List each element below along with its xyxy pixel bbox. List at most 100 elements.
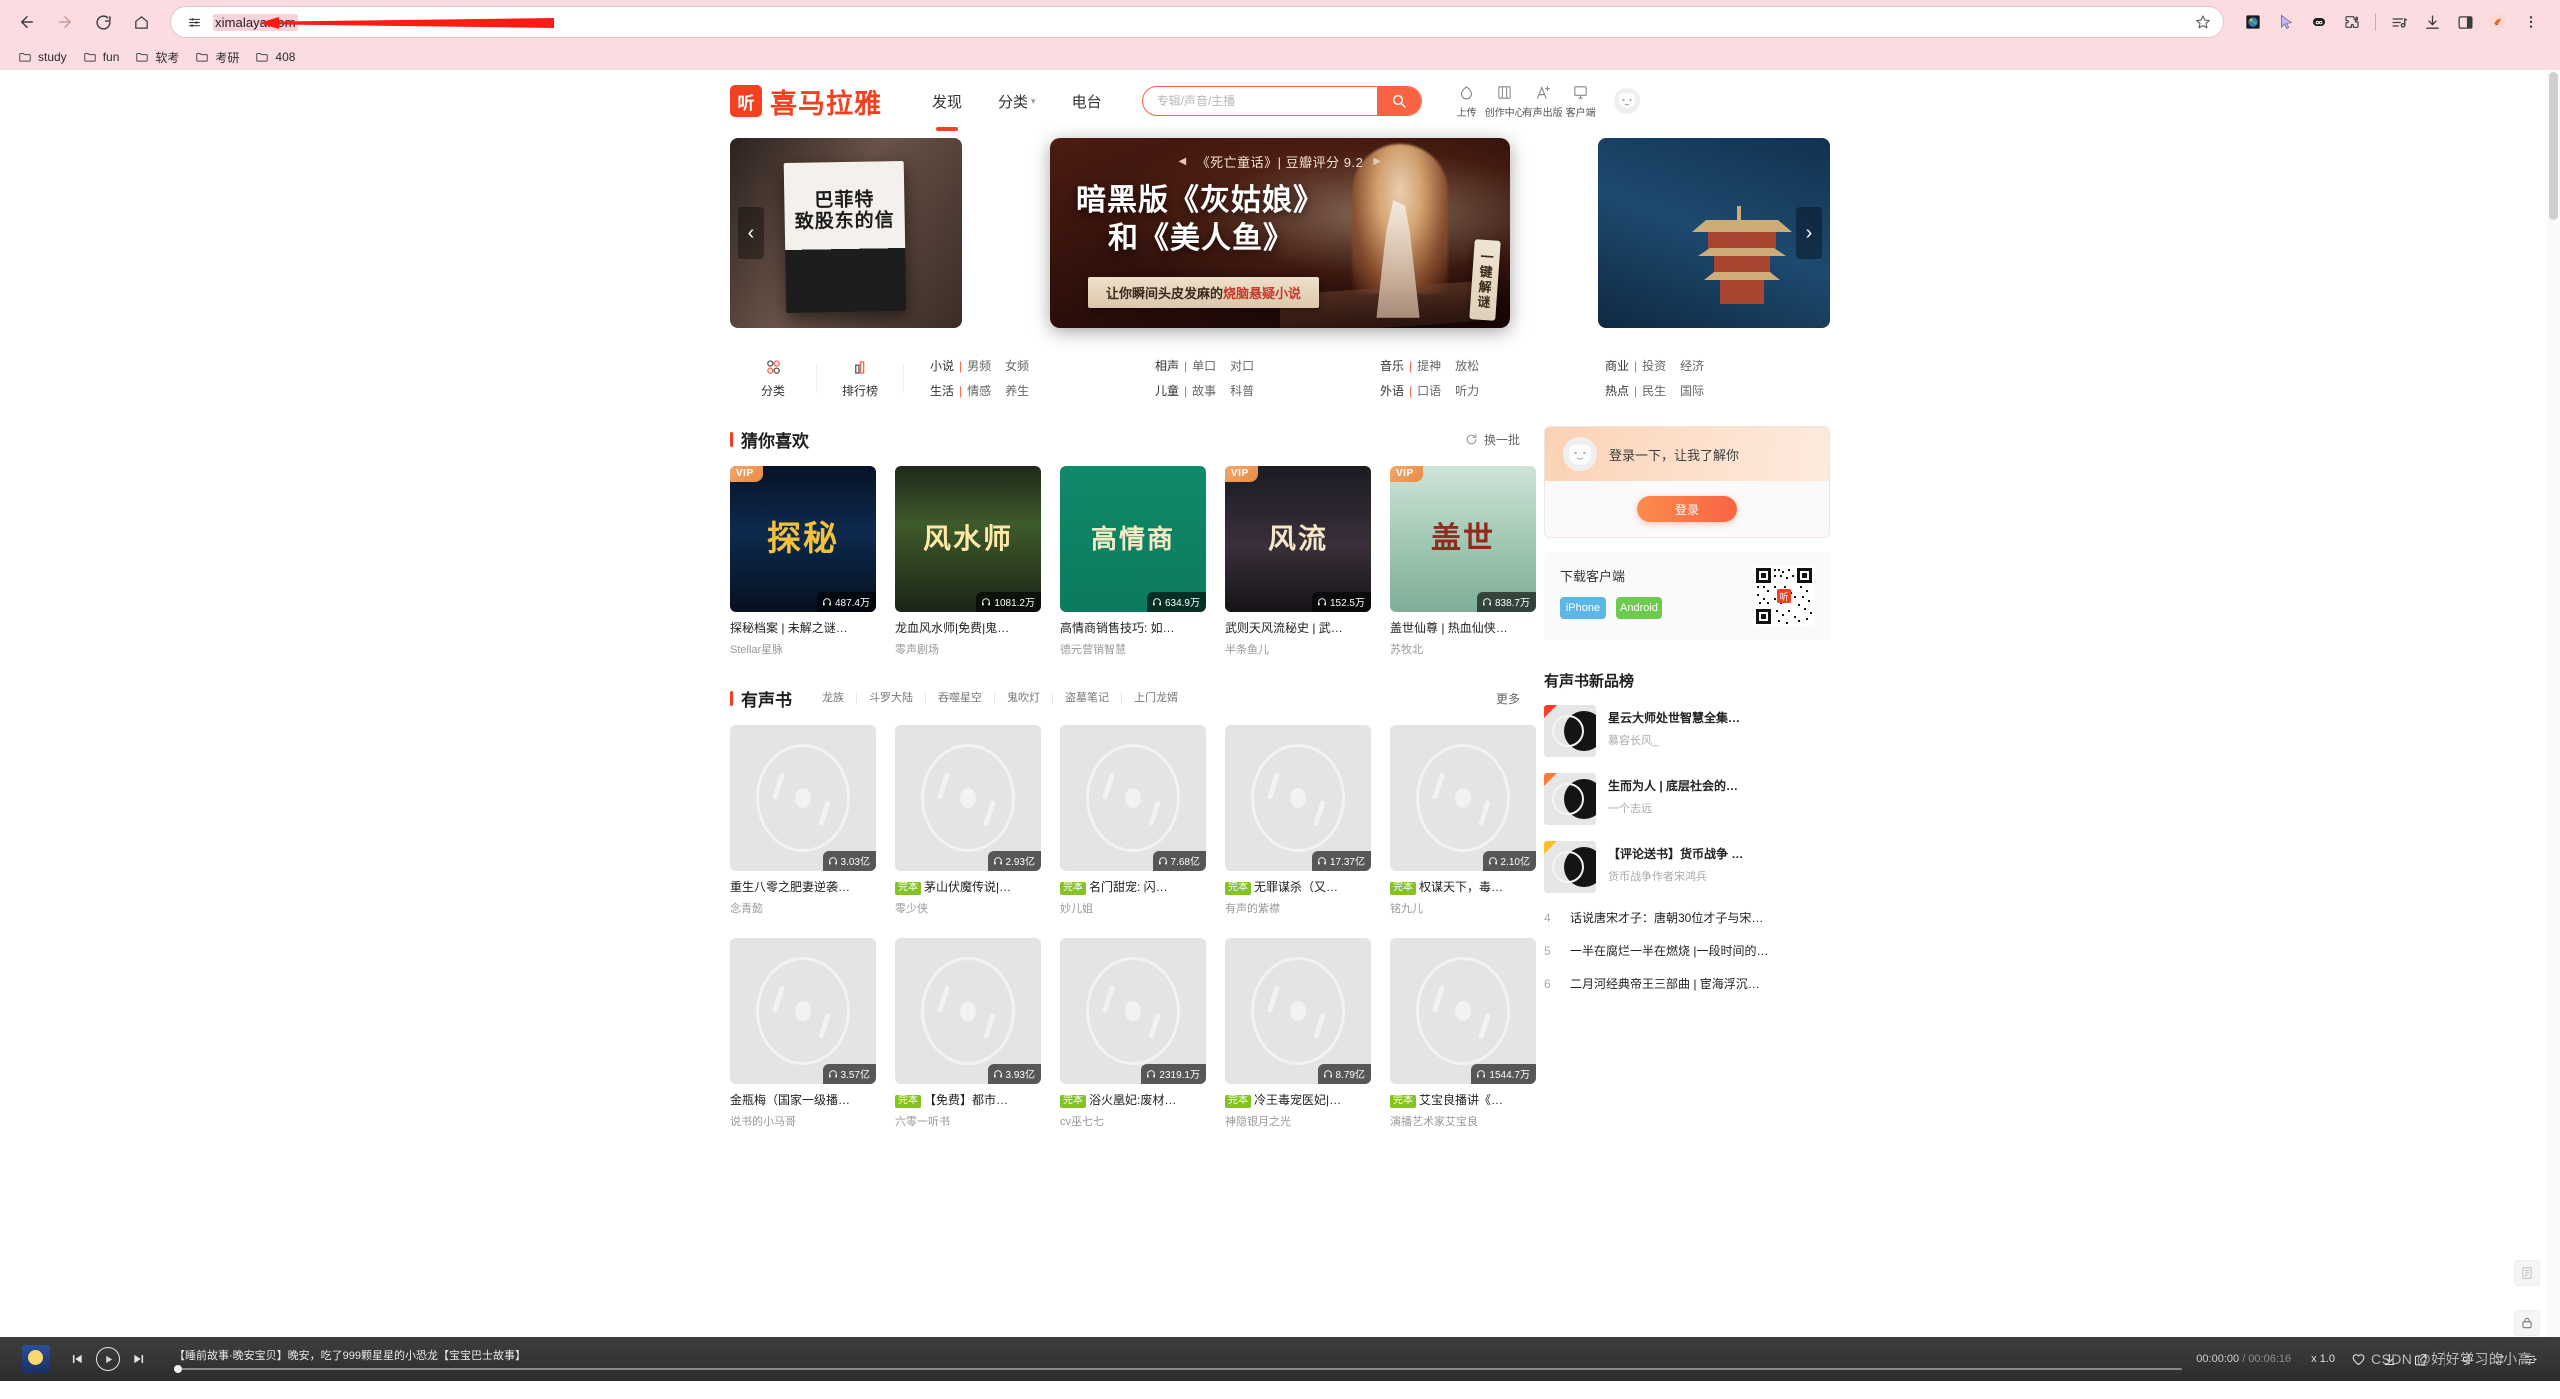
catnav-sub-link[interactable]: 提神 xyxy=(1417,357,1441,374)
card-title[interactable]: 探秘档案 | 未解之谜… xyxy=(730,621,876,636)
catnav-ranking[interactable]: 排行榜 xyxy=(817,358,903,399)
tool-client-app[interactable]: 客户端 xyxy=(1562,84,1600,119)
audiobook-card[interactable]: 3.57亿 金瓶梅（国家一级播… 说书的小马哥 xyxy=(730,938,876,1129)
card-author[interactable]: 念青懿 xyxy=(730,900,876,916)
audiobook-card[interactable]: 1544.7万 完本 艾宝良播讲《… 演播艺术家艾宝良 xyxy=(1390,938,1536,1129)
catnav-main-link[interactable]: 生活 xyxy=(930,382,954,399)
search-box[interactable] xyxy=(1141,86,1422,116)
card-thumbnail[interactable]: 探秘 VIP 487.4万 xyxy=(730,466,876,612)
card-thumbnail[interactable]: 高情商 634.9万 xyxy=(1060,466,1206,612)
card-thumbnail[interactable]: 2.10亿 xyxy=(1390,725,1536,871)
card-author[interactable]: 铭九儿 xyxy=(1390,900,1536,916)
catnav-sub-link[interactable]: 科普 xyxy=(1230,382,1254,399)
audiobook-card[interactable]: 2319.1万 完本 浴火凰妃:废材… cv巫七七 xyxy=(1060,938,1206,1129)
tab-daomubiji[interactable]: 盗墓笔记 xyxy=(1053,692,1122,704)
rank-row[interactable]: 4 话说唐宋才子：唐朝30位才子与宋… xyxy=(1544,909,1830,926)
prev-track-button[interactable] xyxy=(70,1352,84,1366)
scrollbar-thumb[interactable] xyxy=(2549,72,2558,220)
card-thumbnail[interactable]: 7.68亿 xyxy=(1060,725,1206,871)
card-author[interactable]: 零声剧场 xyxy=(895,641,1041,657)
panda-extension-icon[interactable] xyxy=(2304,7,2334,37)
playback-speed-button[interactable]: x 1.0 xyxy=(2311,1353,2335,1365)
audiobook-card[interactable]: 17.37亿 完本 无罪谋杀（又… 有声的紫襟 xyxy=(1225,725,1371,916)
feedback-widget-button[interactable] xyxy=(2514,1260,2540,1286)
rank-author[interactable]: 货币战争作者宋鸿兵 xyxy=(1608,868,1743,884)
side-panel-icon[interactable] xyxy=(2450,7,2480,37)
catnav-sub-link[interactable]: 听力 xyxy=(1455,382,1479,399)
card-thumbnail[interactable]: 风水师 1081.2万 xyxy=(895,466,1041,612)
tool-upload[interactable]: 上传 xyxy=(1448,84,1486,119)
card-title[interactable]: 龙血风水师|免费|鬼… xyxy=(895,621,1041,636)
catnav-sub-link[interactable]: 故事 xyxy=(1192,382,1216,399)
card-author[interactable]: 零少侠 xyxy=(895,900,1041,916)
catnav-sub-link[interactable]: 口语 xyxy=(1417,382,1441,399)
card-thumbnail[interactable]: 2.93亿 xyxy=(895,725,1041,871)
page-scrollbar[interactable] xyxy=(2547,70,2560,1381)
audiobook-card[interactable]: 8.79亿 完本 冷王毒宠医妃|… 神隐银月之光 xyxy=(1225,938,1371,1129)
tab-longzu[interactable]: 龙族 xyxy=(810,692,857,704)
catnav-main-link[interactable]: 外语 xyxy=(1380,382,1404,399)
catnav-main-link[interactable]: 小说 xyxy=(930,357,954,374)
rank-item[interactable]: 星云大师处世智慧全集… 慕容长风_ xyxy=(1544,705,1830,757)
card-thumbnail[interactable]: 3.03亿 xyxy=(730,725,876,871)
search-input[interactable] xyxy=(1142,87,1377,115)
catnav-sub-link[interactable]: 对口 xyxy=(1230,357,1254,374)
rank-line[interactable]: 话说唐宋才子：唐朝30位才子与宋… xyxy=(1570,909,1763,926)
guess-card[interactable]: 风流 VIP 152.5万 武则天风流秘史 | 武… 半条鱼儿 xyxy=(1225,466,1371,657)
rank-line[interactable]: 二月河经典帝王三部曲 | 宦海浮沉… xyxy=(1570,975,1760,992)
card-title-wrap[interactable]: 完本 权谋天下，毒… xyxy=(1390,880,1536,895)
audiobook-more-link[interactable]: 更多 xyxy=(1496,690,1520,707)
catnav-main-link[interactable]: 商业 xyxy=(1605,357,1629,374)
card-author[interactable]: 有声的紫襟 xyxy=(1225,900,1371,916)
rank-name[interactable]: 生而为人 | 底层社会的… xyxy=(1608,777,1738,794)
tool-creator-center[interactable]: 创作中心 xyxy=(1485,84,1525,119)
card-author[interactable]: 苏牧北 xyxy=(1390,641,1536,657)
card-thumbnail[interactable]: 3.93亿 xyxy=(895,938,1041,1084)
card-thumbnail[interactable]: 17.37亿 xyxy=(1225,725,1371,871)
card-title-wrap[interactable]: 完本 名门甜宠: 闪… xyxy=(1060,880,1206,895)
audiobook-card[interactable]: 3.93亿 完本 【免费】都市… 六零一听书 xyxy=(895,938,1041,1129)
player-progress-bar[interactable] xyxy=(174,1365,2183,1373)
catnav-sub-link[interactable]: 经济 xyxy=(1680,357,1704,374)
card-title-wrap[interactable]: 完本 艾宝良播讲《… xyxy=(1390,1093,1536,1108)
lock-widget-button[interactable] xyxy=(2514,1310,2540,1336)
bookmark-item[interactable]: 软考 xyxy=(129,47,189,68)
download-iphone-button[interactable]: iPhone xyxy=(1560,597,1606,619)
card-title-wrap[interactable]: 重生八零之肥妻逆袭… xyxy=(730,880,876,895)
rank-name[interactable]: 星云大师处世智慧全集… xyxy=(1608,709,1740,726)
card-author[interactable]: 半条鱼儿 xyxy=(1225,641,1371,657)
audiobook-card[interactable]: 2.93亿 完本 茅山伏魔传说|… 零少侠 xyxy=(895,725,1041,916)
catnav-sub-link[interactable]: 养生 xyxy=(1005,382,1029,399)
carousel-prev-button[interactable]: ‹ xyxy=(738,207,764,259)
card-thumbnail[interactable]: 盖世 VIP 838.7万 xyxy=(1390,466,1536,612)
card-thumbnail[interactable]: 风流 VIP 152.5万 xyxy=(1225,466,1371,612)
card-title[interactable]: 高情商销售技巧: 如… xyxy=(1060,621,1206,636)
card-thumbnail[interactable]: 2319.1万 xyxy=(1060,938,1206,1084)
card-title-wrap[interactable]: 完本 【免费】都市… xyxy=(895,1093,1041,1108)
search-button[interactable] xyxy=(1376,87,1421,115)
card-author[interactable]: Stellar星脉 xyxy=(730,641,876,657)
guess-card[interactable]: 高情商 634.9万 高情商销售技巧: 如… 德元营销智慧 xyxy=(1060,466,1206,657)
card-title[interactable]: 盖世仙尊 | 热血仙侠… xyxy=(1390,621,1536,636)
catnav-main-link[interactable]: 音乐 xyxy=(1380,357,1404,374)
back-button[interactable] xyxy=(10,5,44,39)
next-track-button[interactable] xyxy=(132,1352,146,1366)
card-title-wrap[interactable]: 完本 浴火凰妃:废材… xyxy=(1060,1093,1206,1108)
audiobook-card[interactable]: 2.10亿 完本 权谋天下，毒… 铭九儿 xyxy=(1390,725,1536,916)
tab-douluodalu[interactable]: 斗罗大陆 xyxy=(857,692,926,704)
tool-audio-publish[interactable]: 有声出版 xyxy=(1523,84,1563,119)
login-button[interactable]: 登录 xyxy=(1637,496,1737,522)
rank-item[interactable]: 生而为人 | 底层社会的… 一个志远 xyxy=(1544,773,1830,825)
download-android-button[interactable]: Android xyxy=(1616,597,1662,619)
downloads-icon[interactable] xyxy=(2417,7,2447,37)
favorite-button[interactable] xyxy=(2351,1352,2366,1367)
audiobook-card[interactable]: 3.03亿 重生八零之肥妻逆袭… 念青懿 xyxy=(730,725,876,916)
card-author[interactable]: 妙儿姐 xyxy=(1060,900,1206,916)
address-bar[interactable]: ximalaya.com xyxy=(170,6,2224,38)
bookmark-item[interactable]: 408 xyxy=(249,48,305,66)
catnav-main-link[interactable]: 热点 xyxy=(1605,382,1629,399)
rank-author[interactable]: 慕容长风_ xyxy=(1608,732,1740,748)
guess-card[interactable]: 盖世 VIP 838.7万 盖世仙尊 | 热血仙侠… 苏牧北 xyxy=(1390,466,1536,657)
user-avatar[interactable] xyxy=(1613,88,1640,114)
catnav-sub-link[interactable]: 民生 xyxy=(1642,382,1666,399)
